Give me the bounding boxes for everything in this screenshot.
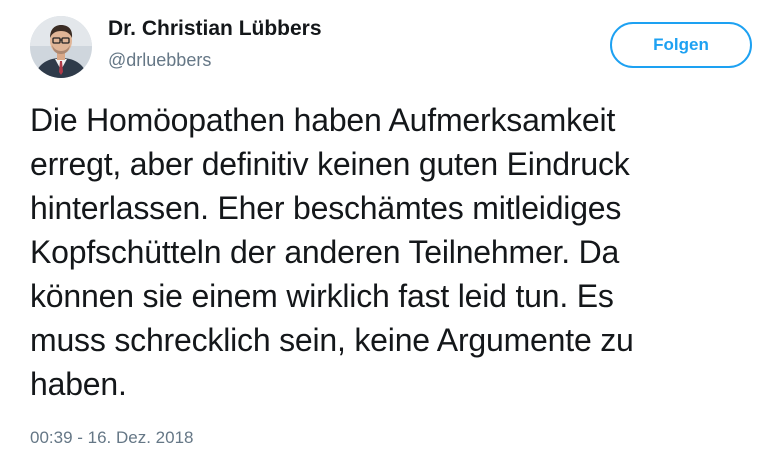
follow-button[interactable]: Folgen bbox=[610, 22, 752, 68]
author-name[interactable]: Dr. Christian Lübbers bbox=[108, 17, 322, 41]
tweet-text: Die Homöopathen haben Aufmerksamkeit err… bbox=[30, 98, 755, 406]
tweet-timestamp[interactable]: 00:39 - 16. Dez. 2018 bbox=[30, 428, 194, 448]
tweet-text-line: haben. bbox=[30, 366, 127, 402]
tweet-card: Dr. Christian Lübbers @drluebbers Folgen… bbox=[0, 0, 768, 453]
tweet-text-line: erregt, aber definitiv keinen guten Eind… bbox=[30, 146, 630, 182]
tweet-text-line: können sie einem wirklich fast leid tun.… bbox=[30, 278, 614, 314]
tweet-text-line: Kopfschütteln der anderen Teilnehmer. Da bbox=[30, 234, 620, 270]
tweet-text-line: muss schrecklich sein, keine Argumente z… bbox=[30, 322, 634, 358]
tweet-text-line: Die Homöopathen haben Aufmerksamkeit bbox=[30, 102, 616, 138]
author-handle[interactable]: @drluebbers bbox=[108, 50, 211, 71]
tweet-text-line: hinterlassen. Eher beschämtes mitleidige… bbox=[30, 190, 622, 226]
avatar[interactable] bbox=[30, 16, 92, 78]
profile-photo-icon bbox=[30, 16, 92, 78]
